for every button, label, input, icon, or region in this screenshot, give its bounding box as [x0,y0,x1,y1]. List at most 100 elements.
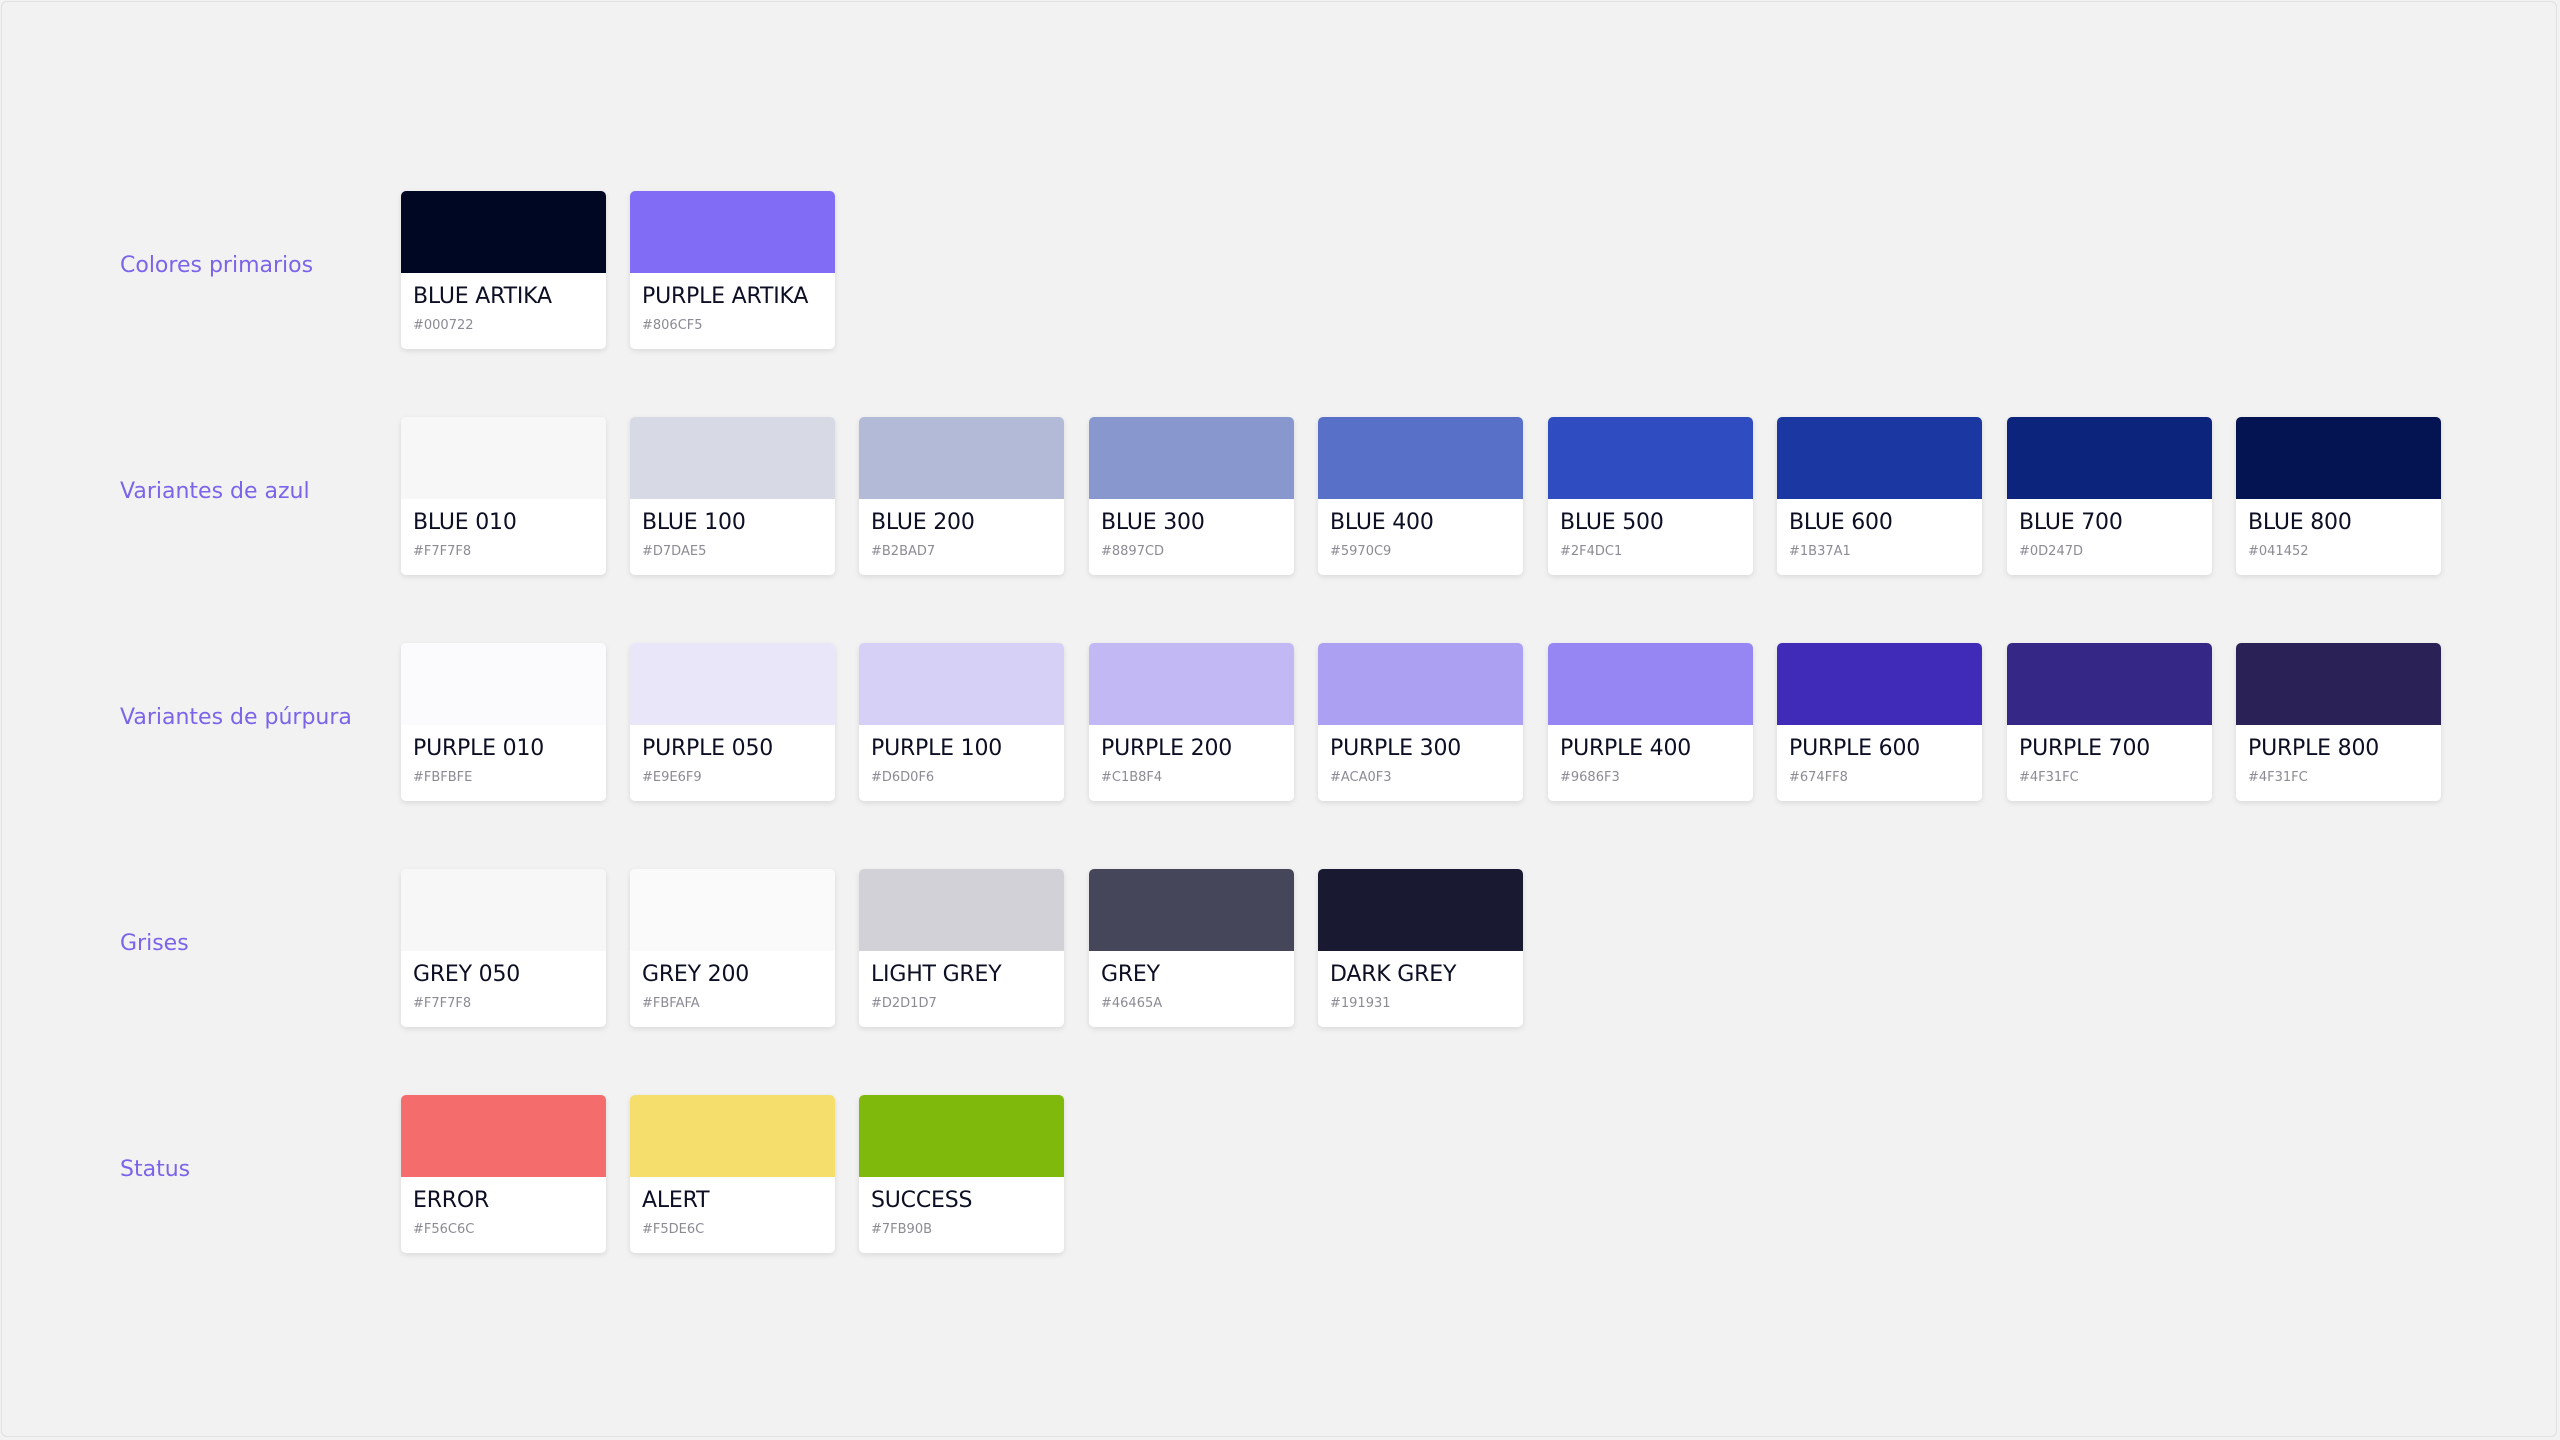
group-label: Grises [120,931,189,956]
color-name: BLUE 800 [2248,510,2352,535]
color-name: SUCCESS [871,1188,973,1213]
color-name: BLUE 400 [1330,510,1434,535]
color-hex: #4F31FC [2248,770,2308,785]
color-swatch [401,417,606,499]
color-hex: #7FB90B [871,1222,933,1237]
color-swatch [1548,417,1753,499]
color-hex: #D7DAE5 [642,544,707,559]
color-card-purple-600: PURPLE 600 #674FF8 [1777,643,1982,801]
color-swatch [859,417,1064,499]
color-hex: #1B37A1 [1789,544,1851,559]
color-hex: #9686F3 [1560,770,1620,785]
color-name: BLUE 300 [1101,510,1205,535]
color-hex: #C1B8F4 [1101,770,1163,785]
color-swatch [1548,643,1753,725]
color-name: PURPLE ARTIKA [642,284,809,309]
color-card-purple-200: PURPLE 200 #C1B8F4 [1089,643,1294,801]
color-name: BLUE 100 [642,510,746,535]
color-name: BLUE 600 [1789,510,1893,535]
group-label: Status [120,1157,191,1182]
color-swatch [630,191,835,273]
color-hex: #B2BAD7 [871,544,936,559]
color-hex: #FBFAFA [642,996,700,1011]
color-name: PURPLE 300 [1330,736,1462,761]
color-swatch [859,869,1064,951]
color-swatch [401,191,606,273]
color-name: PURPLE 700 [2019,736,2151,761]
color-name: PURPLE 050 [642,736,774,761]
color-swatch [859,1095,1064,1177]
color-hex: #041452 [2248,544,2309,559]
color-card-purple-artika: PURPLE ARTIKA #806CF5 [630,191,835,349]
color-hex: #000722 [413,318,474,333]
color-name: GREY [1101,962,1160,987]
color-card-blue-800: BLUE 800 #041452 [2236,417,2441,575]
color-name: GREY 200 [642,962,750,987]
color-name: BLUE 200 [871,510,975,535]
color-swatch [2236,417,2441,499]
color-name: GREY 050 [413,962,521,987]
color-swatch [2236,643,2441,725]
color-swatch [401,869,606,951]
color-hex: #F7F7F8 [413,996,472,1011]
color-card-purple-010: PURPLE 010 #FBFBFE [401,643,606,801]
color-name: BLUE 500 [1560,510,1664,535]
color-name: PURPLE 100 [871,736,1003,761]
color-swatch [630,869,835,951]
color-swatch [1318,643,1523,725]
color-card-purple-400: PURPLE 400 #9686F3 [1548,643,1753,801]
color-card-blue-010: BLUE 010 #F7F7F8 [401,417,606,575]
color-card-blue-artika: BLUE ARTIKA #000722 [401,191,606,349]
color-name: DARK GREY [1330,962,1457,987]
color-group-status: Status ERROR #F56C6C ALERT #F5DE6C SUCCE… [2,1095,2560,1253]
color-card-blue-200: BLUE 200 #B2BAD7 [859,417,1064,575]
color-name: LIGHT GREY [871,962,1002,987]
color-card-grey-050: GREY 050 #F7F7F8 [401,869,606,1027]
color-card-purple-800: PURPLE 800 #4F31FC [2236,643,2441,801]
color-swatch [1777,643,1982,725]
color-swatch [859,643,1064,725]
color-name: PURPLE 400 [1560,736,1692,761]
color-card-success: SUCCESS #7FB90B [859,1095,1064,1253]
color-name: PURPLE 600 [1789,736,1921,761]
color-name: PURPLE 200 [1101,736,1233,761]
color-swatch [2007,417,2212,499]
color-hex: #FBFBFE [413,770,473,785]
group-label: Colores primarios [120,253,314,278]
color-card-blue-100: BLUE 100 #D7DAE5 [630,417,835,575]
color-swatch [1318,417,1523,499]
color-hex: #0D247D [2019,544,2083,559]
color-swatch [1777,417,1982,499]
color-card-blue-400: BLUE 400 #5970C9 [1318,417,1523,575]
color-card-blue-300: BLUE 300 #8897CD [1089,417,1294,575]
color-hex: #8897CD [1101,544,1165,559]
color-hex: #F7F7F8 [413,544,472,559]
color-card-purple-100: PURPLE 100 #D6D0F6 [859,643,1064,801]
color-hex: #674FF8 [1789,770,1848,785]
color-card-dark-grey: DARK GREY #191931 [1318,869,1523,1027]
color-hex: #E9E6F9 [642,770,702,785]
color-name: PURPLE 800 [2248,736,2380,761]
color-card-grey: GREY #46465A [1089,869,1294,1027]
color-hex: #46465A [1101,996,1163,1011]
palette-board: Colores primarios BLUE ARTIKA #000722 PU… [1,1,2557,1437]
group-label: Variantes de azul [120,479,310,504]
color-swatch [1089,643,1294,725]
color-hex: #D2D1D7 [871,996,937,1011]
color-card-blue-700: BLUE 700 #0D247D [2007,417,2212,575]
color-card-purple-700: PURPLE 700 #4F31FC [2007,643,2212,801]
color-swatch [401,643,606,725]
color-hex: #D6D0F6 [871,770,935,785]
color-hex: #ACA0F3 [1330,770,1392,785]
color-hex: #F5DE6C [642,1222,705,1237]
color-group-purpura: Variantes de púrpura PURPLE 010 #FBFBFE … [2,643,2560,801]
color-swatch [630,643,835,725]
color-card-blue-500: BLUE 500 #2F4DC1 [1548,417,1753,575]
color-card-grey-200: GREY 200 #FBFAFA [630,869,835,1027]
color-hex: #2F4DC1 [1560,544,1623,559]
color-name: BLUE 700 [2019,510,2123,535]
color-swatch [2007,643,2212,725]
color-card-alert: ALERT #F5DE6C [630,1095,835,1253]
color-hex: #191931 [1330,996,1391,1011]
color-group-grises: Grises GREY 050 #F7F7F8 GREY 200 #FBFAFA… [2,869,2560,1027]
